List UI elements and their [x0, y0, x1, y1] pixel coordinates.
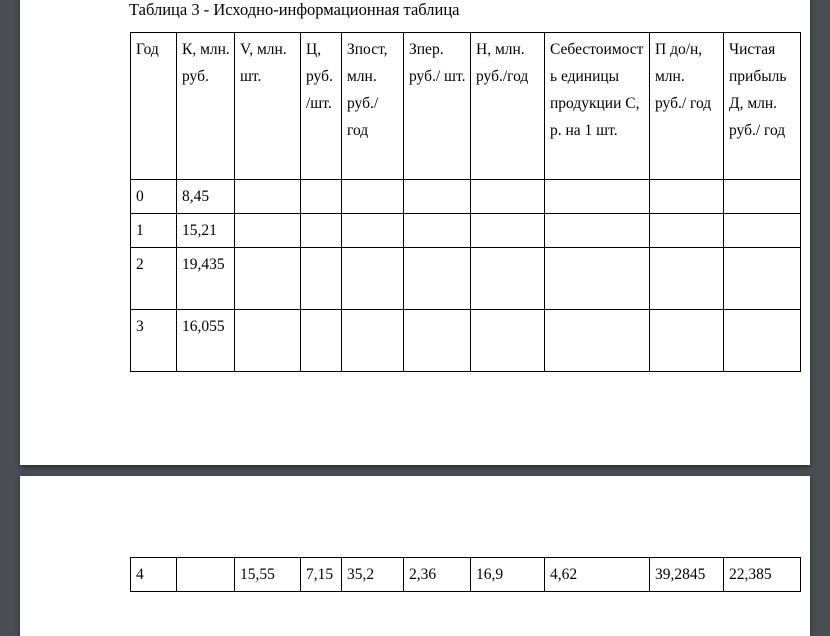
header-label-god: Год — [136, 41, 159, 58]
cell-value: 4,62 — [550, 566, 578, 583]
information-table-continued: 4 15,55 7,15 35,2 2,36 16,9 4,62 39,2845… — [130, 557, 801, 592]
table-cell — [341, 213, 404, 248]
table-row: 3 16,055 — [130, 309, 801, 372]
cell-value: 0 — [136, 188, 144, 205]
cell-value: 15,21 — [182, 222, 217, 239]
table-cell: 2 — [130, 247, 177, 310]
cell-value: 39,2845 — [655, 566, 706, 583]
cell-value: 22,385 — [729, 566, 772, 583]
table-row: 2 19,435 — [130, 247, 801, 310]
table-cell — [403, 247, 471, 310]
table-row: 0 8,45 — [130, 179, 801, 214]
table-cell — [300, 309, 342, 372]
table-cell — [470, 179, 545, 214]
cell-value: 2,36 — [409, 566, 437, 583]
information-table: Год К, млн. руб. V, млн. шт. Ц, руб. /шт… — [130, 32, 801, 372]
table-header-row: Год К, млн. руб. V, млн. шт. Ц, руб. /шт… — [130, 32, 801, 180]
cell-value: 35,2 — [347, 566, 375, 583]
table-cell — [234, 213, 301, 248]
table-header-cell: Ц, руб. /шт. — [300, 32, 342, 180]
header-label-zpost: Зпост, млн. руб./ год — [347, 41, 388, 139]
cell-value: 16,9 — [476, 566, 504, 583]
table-cell: 15,21 — [176, 213, 235, 248]
table-cell — [470, 213, 545, 248]
table-header-cell: Себестоимость единицы продукции С, р. на… — [544, 32, 650, 180]
table-cell — [723, 309, 801, 372]
header-label-k: К, млн. руб. — [182, 41, 230, 85]
table-cell: 8,45 — [176, 179, 235, 214]
table-cell — [470, 247, 545, 310]
cell-value: 15,55 — [240, 566, 275, 583]
table-caption: Таблица 3 - Исходно-информационная табли… — [129, 0, 460, 19]
table-cell — [649, 247, 724, 310]
table-header-cell: П до/н, млн. руб./ год — [649, 32, 724, 180]
table-cell: 16,9 — [470, 557, 545, 592]
header-label-v: V, млн. шт. — [240, 41, 287, 85]
document-page-2: 4 15,55 7,15 35,2 2,36 16,9 4,62 39,2845… — [20, 476, 810, 636]
table-header-cell: К, млн. руб. — [176, 32, 235, 180]
header-label-chistaya-pribyl: Чистая прибыль Д, млн. руб./ год — [729, 41, 787, 139]
header-label-n: Н, млн. руб./год — [476, 41, 529, 85]
table-cell: 39,2845 — [649, 557, 724, 592]
table-cell — [341, 309, 404, 372]
table-cell: 4,62 — [544, 557, 650, 592]
table-cell: 1 — [130, 213, 177, 248]
cell-value: 7,15 — [306, 566, 334, 583]
table-cell: 4 — [130, 557, 177, 592]
table-cell — [470, 309, 545, 372]
table-cell: 35,2 — [341, 557, 404, 592]
header-label-zper: Зпер. руб./ шт. — [409, 41, 466, 85]
table-cell — [300, 179, 342, 214]
cell-value: 16,055 — [182, 318, 225, 335]
table-header-cell: Год — [130, 32, 177, 180]
table-header-cell: Зпост, млн. руб./ год — [341, 32, 404, 180]
table-cell — [341, 179, 404, 214]
table-cell: 16,055 — [176, 309, 235, 372]
table-cell — [234, 247, 301, 310]
table-header-cell: Н, млн. руб./год — [470, 32, 545, 180]
table-cell — [723, 213, 801, 248]
table-cell — [341, 247, 404, 310]
table-cell — [403, 179, 471, 214]
cell-value: 2 — [136, 256, 144, 273]
table-cell — [234, 309, 301, 372]
cell-value: 19,435 — [182, 256, 225, 273]
table-cell — [649, 179, 724, 214]
table-cell: 3 — [130, 309, 177, 372]
table-cell — [403, 309, 471, 372]
table-cell — [544, 309, 650, 372]
table-row: 1 15,21 — [130, 213, 801, 248]
table-header-cell: V, млн. шт. — [234, 32, 301, 180]
table-cell — [544, 179, 650, 214]
table-header-cell: Зпер. руб./ шт. — [403, 32, 471, 180]
header-label-p-do-n: П до/н, млн. руб./ год — [655, 41, 712, 112]
header-label-sebestoimost: Себестоимость единицы продукции С, р. на… — [550, 41, 644, 139]
table-row: 4 15,55 7,15 35,2 2,36 16,9 4,62 39,2845… — [130, 557, 801, 592]
table-cell — [723, 179, 801, 214]
table-cell: 2,36 — [403, 557, 471, 592]
table-cell — [544, 247, 650, 310]
table-cell — [176, 557, 235, 592]
cell-value: 8,45 — [182, 188, 210, 205]
document-viewer[interactable]: Таблица 3 - Исходно-информационная табли… — [0, 0, 830, 636]
table-cell — [649, 309, 724, 372]
document-page-1: Таблица 3 - Исходно-информационная табли… — [20, 0, 810, 465]
table-header-cell: Чистая прибыль Д, млн. руб./ год — [723, 32, 801, 180]
table-cell — [723, 247, 801, 310]
table-cell — [234, 179, 301, 214]
table-cell — [300, 247, 342, 310]
cell-value: 4 — [136, 566, 144, 583]
cell-value: 3 — [136, 318, 144, 335]
table-cell — [403, 213, 471, 248]
table-cell — [544, 213, 650, 248]
table-cell: 15,55 — [234, 557, 301, 592]
table-cell: 0 — [130, 179, 177, 214]
table-cell — [300, 213, 342, 248]
table-cell: 22,385 — [723, 557, 801, 592]
table-cell: 7,15 — [300, 557, 342, 592]
header-label-ts: Ц, руб. /шт. — [306, 41, 333, 112]
cell-value: 1 — [136, 222, 144, 239]
table-cell: 19,435 — [176, 247, 235, 310]
table-cell — [649, 213, 724, 248]
